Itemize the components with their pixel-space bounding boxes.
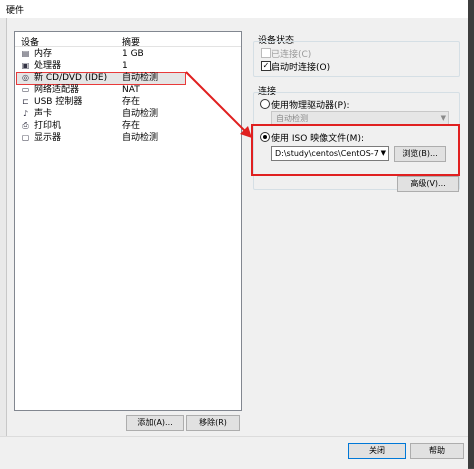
- device-name: USB 控制器: [34, 97, 83, 107]
- usb-icon: ⊏: [22, 97, 29, 106]
- device-name: 声卡: [34, 109, 53, 119]
- network-adapter-icon: ▭: [21, 85, 30, 94]
- display-icon: ▢: [21, 133, 30, 142]
- device-name: 处理器: [34, 61, 62, 71]
- device-summary: 存在: [122, 121, 141, 131]
- device-row-memory[interactable]: ▤ 内存 1 GB: [17, 49, 239, 60]
- memory-icon: ▤: [21, 49, 30, 58]
- annotation-arrow: [185, 71, 252, 138]
- remove-device-button[interactable]: 移除(R): [186, 415, 240, 431]
- device-name: 新 CD/DVD (IDE): [34, 73, 108, 83]
- printer-icon: ⎙: [22, 121, 29, 130]
- physical-drive-value: 自动检测: [276, 114, 308, 123]
- add-device-button[interactable]: 添加(A)...: [126, 415, 184, 431]
- device-name: 内存: [34, 49, 53, 59]
- window-title: 硬件: [6, 6, 25, 16]
- device-summary: 1 GB: [122, 49, 144, 59]
- help-button[interactable]: 帮助: [410, 443, 464, 459]
- device-summary: 自动检测: [122, 109, 159, 119]
- header-divider: [15, 46, 241, 47]
- connect-at-power-on-checkbox[interactable]: ✓: [261, 61, 271, 71]
- physical-drive-radio[interactable]: [260, 99, 270, 109]
- device-row-cd-dvd[interactable]: ◎ 新 CD/DVD (IDE) 自动检测: [16, 72, 186, 85]
- device-summary: 自动检测: [122, 73, 159, 83]
- device-name: 显示器: [34, 133, 62, 143]
- sound-card-icon: ♪: [22, 109, 29, 118]
- physical-drive-label: 使用物理驱动器(P):: [271, 101, 350, 111]
- cd-dvd-icon: ◎: [22, 73, 29, 82]
- title-bar: 硬件: [0, 0, 468, 18]
- connect-at-power-on-label: 启动时连接(O): [271, 63, 331, 73]
- background-window-edge-right: [468, 0, 474, 468]
- connected-label: 已连接(C): [271, 50, 312, 60]
- highlight-annotation-box: [251, 124, 460, 176]
- device-summary: 自动检测: [122, 133, 159, 143]
- device-name: 打印机: [34, 121, 62, 131]
- device-name: 网络适配器: [34, 85, 80, 95]
- cpu-icon: ▣: [21, 61, 30, 70]
- device-summary: NAT: [122, 85, 140, 95]
- connected-checkbox[interactable]: [261, 48, 271, 58]
- device-summary: 1: [122, 61, 128, 71]
- close-button[interactable]: 关闭: [348, 443, 406, 459]
- background-window-edge: [0, 18, 7, 468]
- advanced-button[interactable]: 高级(V)...: [397, 176, 459, 192]
- device-summary: 存在: [122, 97, 141, 107]
- hardware-dialog: 硬件 设备 摘要 ▤ 内存 1 GB ▣ 处理器 1 ◎ 新 CD/DVD (I…: [0, 0, 469, 469]
